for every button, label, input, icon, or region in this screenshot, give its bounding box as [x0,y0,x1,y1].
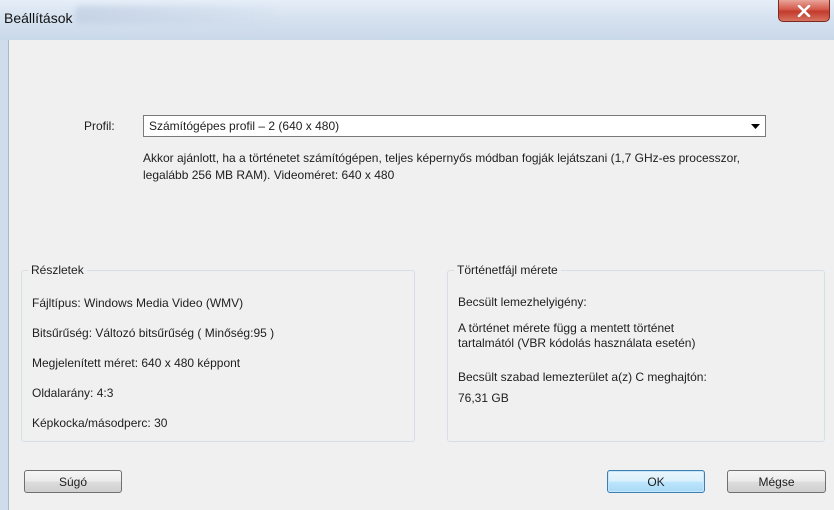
ok-button[interactable]: OK [607,470,705,493]
title-bar: Beállítások [0,0,834,40]
window-title: Beállítások [4,10,73,26]
profile-select[interactable]: Számítógépes profil – 2 (640 x 480) [143,115,766,137]
chevron-down-icon [745,116,765,136]
details-row-display-size: Megjelenített méret: 640 x 480 képpont [32,356,241,370]
profile-select-value: Számítógépes profil – 2 (640 x 480) [149,119,340,133]
details-row-framerate: Képkocka/másodperc: 30 [32,416,168,430]
help-button[interactable]: Súgó [24,470,122,493]
profile-description: Akkor ajánlott, ha a történetet számítóg… [143,151,740,182]
details-row-bitrate: Bitsűrűség: Változó bitsűrűség ( Minőség… [32,326,275,340]
filesize-group-title: Történetfájl mérete [454,263,561,277]
details-row-aspect-ratio: Oldalarány: 4:3 [32,386,114,400]
details-group-title: Részletek [28,263,87,277]
dialog-content: Profil: Számítógépes profil – 2 (640 x 4… [8,40,834,510]
close-icon [797,4,811,17]
cancel-button[interactable]: Mégse [727,470,826,493]
estimate-note-line1: A történet mérete függ a mentett történe… [458,321,675,335]
estimate-note-line2: tartalmától (VBR kódolás használata eset… [458,336,696,350]
profile-label: Profil: [84,119,115,133]
free-space-label: Becsült szabad lemezterület a(z) C megha… [458,370,707,384]
close-button[interactable] [778,0,830,22]
free-space-value: 76,31 GB [458,391,509,405]
filesize-group: Történetfájl mérete Becsült lemezhelyigé… [447,263,825,442]
details-row-filetype: Fájltípus: Windows Media Video (WMV) [32,296,244,310]
estimate-label: Becsült lemezhelyigény: [458,295,587,309]
title-bar-background-blur [75,6,275,24]
details-group: Részletek Fájltípus: Windows Media Video… [21,263,415,442]
